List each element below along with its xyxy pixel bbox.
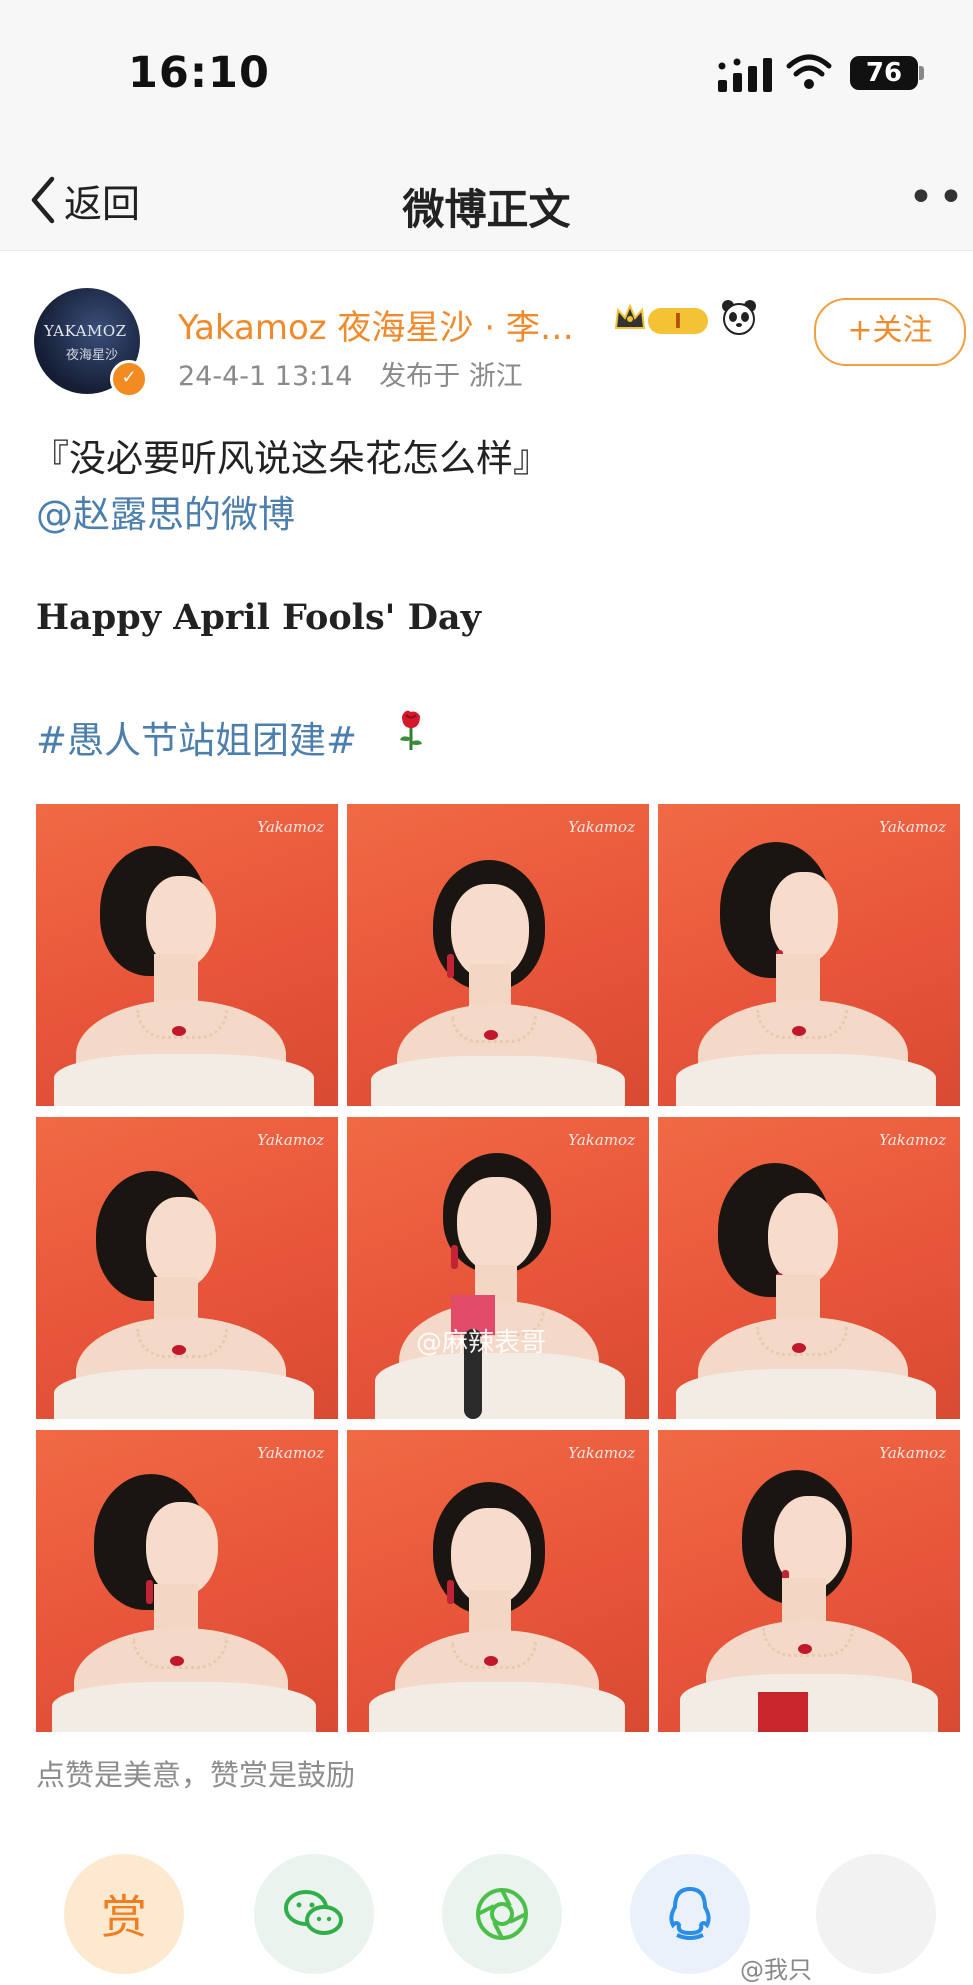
avatar-logo-subtext: 夜海星沙 xyxy=(66,348,119,363)
figure-dress xyxy=(54,1054,314,1106)
rose-icon xyxy=(400,710,422,750)
photo-watermark: Yakamoz xyxy=(879,1444,946,1462)
earring xyxy=(146,1580,153,1604)
follow-button[interactable]: +关注 xyxy=(814,298,966,366)
username[interactable]: Yakamoz 夜海星沙 · 李… xyxy=(178,300,574,349)
photo-9[interactable]: Yakamoz xyxy=(658,1430,960,1732)
reward-label: 赏 xyxy=(101,1890,147,1944)
reward-tip: 点赞是美意，赞赏是鼓励 xyxy=(36,1758,356,1792)
necklace-gem xyxy=(172,1026,186,1036)
more-icon[interactable]: ••• xyxy=(908,172,973,223)
photo-3[interactable]: Yakamoz xyxy=(658,804,960,1106)
necklace-gem xyxy=(792,1343,806,1353)
wechat-icon xyxy=(284,1890,343,1935)
photo-8[interactable]: Yakamoz xyxy=(347,1430,649,1732)
figure-dress xyxy=(375,1353,625,1419)
photo-watermark: Yakamoz xyxy=(879,818,946,836)
moments-share-button[interactable] xyxy=(442,1854,562,1974)
figure-face xyxy=(146,1197,216,1289)
photo-watermark: Yakamoz xyxy=(257,818,324,836)
necklace-gem xyxy=(484,1656,498,1666)
figure-dress xyxy=(676,1369,936,1419)
post-location: 发布于 浙江 xyxy=(379,361,523,392)
photo-watermark: Yakamoz xyxy=(568,818,635,836)
verified-icon: ✓ xyxy=(110,360,148,398)
mention-link[interactable]: @赵露思的微博 xyxy=(36,484,295,538)
post-english-line: Happy April Fools' Day xyxy=(36,597,481,638)
photo-1[interactable]: Yakamoz xyxy=(36,804,338,1106)
crown-icon xyxy=(614,303,646,329)
avatar-logo-text: YAKAMOZ xyxy=(44,322,127,340)
battery-cap xyxy=(919,66,924,80)
photo-watermark: Yakamoz xyxy=(568,1131,635,1149)
battery-icon: 76 xyxy=(850,56,918,90)
necklace-gem xyxy=(172,1345,186,1355)
figure-face xyxy=(146,1502,218,1596)
earring xyxy=(447,954,454,978)
photo-watermark: Yakamoz xyxy=(879,1131,946,1149)
qq-icon xyxy=(669,1886,711,1940)
footer-watermark: @我只 xyxy=(740,1956,812,1984)
nav-bar: 返回 微博正文 ••• xyxy=(0,150,973,251)
necklace-gem xyxy=(484,1030,498,1040)
page-title: 微博正文 xyxy=(402,185,571,234)
photo-grid: Yakamoz Yakamoz Yakamoz Yakamoz Yakamoz … xyxy=(36,804,960,1736)
figure-face xyxy=(768,1193,838,1285)
share-actions: 赏 xyxy=(0,1820,973,1977)
microphone-flag xyxy=(758,1692,808,1732)
status-bar: 16:10 76 xyxy=(0,0,973,150)
more-share-button[interactable] xyxy=(816,1854,936,1974)
photo-watermark: Yakamoz xyxy=(568,1444,635,1462)
figure-dress xyxy=(676,1054,936,1106)
status-time: 16:10 xyxy=(128,48,270,98)
photo-watermark: Yakamoz xyxy=(257,1444,324,1462)
figure-dress xyxy=(680,1674,938,1732)
photo-watermark: Yakamoz xyxy=(257,1131,324,1149)
qq-share-button[interactable] xyxy=(630,1854,750,1974)
photo-4[interactable]: Yakamoz xyxy=(36,1117,338,1419)
panda-icon xyxy=(722,300,756,335)
earring xyxy=(447,1580,454,1604)
photo-7[interactable]: Yakamoz xyxy=(36,1430,338,1732)
wechat-share-button[interactable] xyxy=(254,1854,374,1974)
figure-dress xyxy=(371,1056,625,1106)
figure-face xyxy=(457,1177,537,1273)
reward-button[interactable]: 赏 xyxy=(64,1854,184,1974)
photo-5[interactable]: Yakamoz xyxy=(347,1117,649,1419)
hashtag-link[interactable]: #愚人节站姐团建# xyxy=(36,710,357,764)
photo-2[interactable]: Yakamoz xyxy=(347,804,649,1106)
wifi-icon xyxy=(786,54,832,89)
photo-6[interactable]: Yakamoz xyxy=(658,1117,960,1419)
necklace-gem xyxy=(792,1026,806,1036)
figure-dress xyxy=(369,1682,625,1732)
figure-dress xyxy=(54,1369,314,1419)
signal-icon xyxy=(718,58,772,92)
level-badge: I xyxy=(648,308,708,334)
post-text-line: 『没必要听风说这朵花怎么样』 xyxy=(32,437,550,480)
earring xyxy=(451,1245,458,1269)
necklace-gem xyxy=(170,1656,184,1666)
image-watermark: @麻辣表哥 xyxy=(416,1328,547,1358)
post-meta: 24-4-1 13:14 发布于 浙江 xyxy=(178,354,541,393)
post-date: 24-4-1 13:14 xyxy=(178,361,353,392)
figure-dress xyxy=(52,1682,316,1732)
necklace-gem xyxy=(798,1644,812,1654)
moments-icon xyxy=(476,1888,528,1940)
